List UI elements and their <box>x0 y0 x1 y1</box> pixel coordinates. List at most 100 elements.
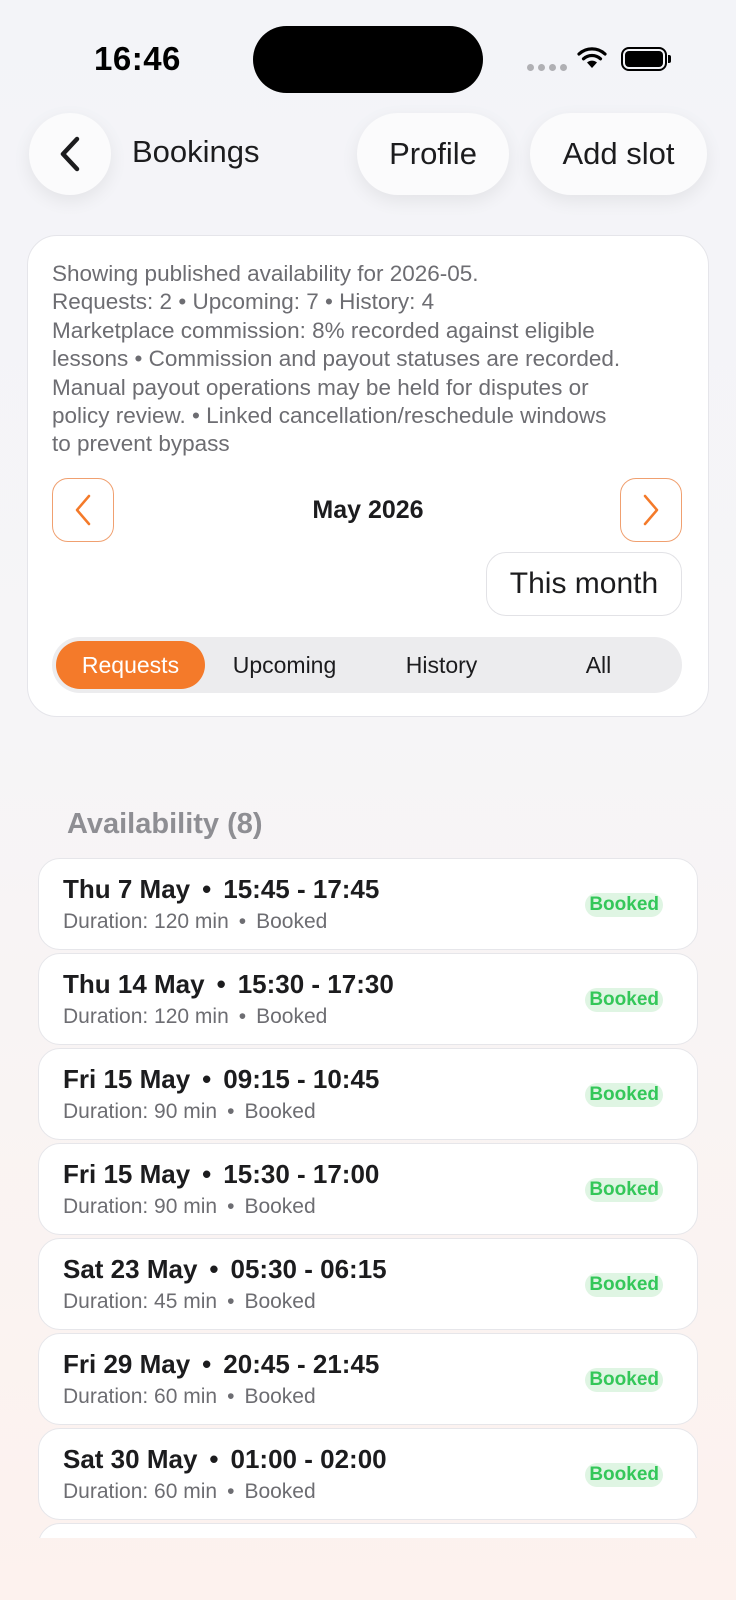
status-badge: Booked <box>585 1178 663 1202</box>
slot-card[interactable]: Fri 29 May • 20:45 - 21:45 Duration: 60 mi… <box>38 1333 698 1425</box>
availability-list: Thu 7 May • 15:45 - 17:45 Duration: 120 mi… <box>38 858 698 1538</box>
slot-duration: Duration: 120 min <box>63 1005 229 1028</box>
slot-card[interactable]: Thu 7 May • 15:45 - 17:45 Duration: 120 mi… <box>38 858 698 950</box>
slot-time: 15:30 - 17:30 <box>237 969 394 999</box>
slot-status: Booked <box>244 1290 316 1313</box>
slot-date: Sat 30 May <box>63 1444 198 1474</box>
add-slot-button[interactable]: Add slot <box>530 113 707 195</box>
slot-date: Thu 7 May <box>63 874 191 904</box>
slot-time: 15:30 - 17:00 <box>223 1159 380 1189</box>
separator-dot: • <box>227 1480 235 1503</box>
slot-card-partial[interactable] <box>38 1523 698 1538</box>
status-badge: Booked <box>585 988 663 1012</box>
slot-title: Fri 15 May • 15:30 - 17:00 <box>63 1159 379 1190</box>
info-card: Showing published availability for 2026-… <box>27 235 709 717</box>
slot-subtitle: Duration: 90 min • Booked <box>63 1195 316 1219</box>
booking-filter-tabs: Requests Upcoming History All <box>52 637 682 693</box>
slot-date: Sat 23 May <box>63 1254 198 1284</box>
tab-all[interactable]: All <box>521 641 676 689</box>
separator-dot: • <box>238 910 247 933</box>
separator-dot: • <box>202 874 212 904</box>
separator-dot: • <box>209 1444 219 1474</box>
summary-line: policy review. • Linked cancellation/res… <box>52 403 607 429</box>
separator-dot: • <box>227 1100 235 1123</box>
summary-line: Showing published availability for 2026-… <box>52 261 479 286</box>
slot-title: Fri 29 May • 20:45 - 21:45 <box>63 1349 379 1380</box>
back-button[interactable] <box>29 113 111 195</box>
slot-title: Thu 14 May • 15:30 - 17:30 <box>63 969 394 1000</box>
separator-dot: • <box>202 1064 212 1094</box>
separator-dot: • <box>202 1349 212 1379</box>
tab-history[interactable]: History <box>364 641 519 689</box>
slot-time: 15:45 - 17:45 <box>223 874 380 904</box>
slot-title: Sat 23 May • 05:30 - 06:15 <box>63 1254 387 1285</box>
separator-dot: • <box>238 1005 247 1028</box>
page-title: Bookings <box>132 134 260 169</box>
status-badge: Booked <box>585 1368 663 1392</box>
tab-requests[interactable]: Requests <box>56 641 205 689</box>
dynamic-island <box>253 26 483 93</box>
profile-button[interactable]: Profile <box>357 113 509 195</box>
slot-date: Fri 15 May <box>63 1064 191 1094</box>
separator-dot: • <box>227 1290 235 1313</box>
slot-time: 01:00 - 02:00 <box>230 1444 387 1474</box>
month-label: May 2026 <box>312 496 424 524</box>
availability-section-title: Availability (8) <box>67 808 263 840</box>
battery-icon <box>621 47 671 71</box>
slot-title: Fri 15 May • 09:15 - 10:45 <box>63 1064 379 1095</box>
separator-dot: • <box>216 969 226 999</box>
summary-line: Manual payout operations may be held for… <box>52 374 589 400</box>
chevron-right-icon <box>643 494 659 526</box>
slot-status: Booked <box>244 1100 316 1123</box>
slot-time: 09:15 - 10:45 <box>223 1064 380 1094</box>
next-month-button[interactable] <box>620 478 682 542</box>
summary-line: to prevent bypass <box>52 431 230 457</box>
tab-upcoming[interactable]: Upcoming <box>207 641 362 689</box>
slot-date: Thu 14 May <box>63 969 205 999</box>
slot-duration: Duration: 60 min <box>63 1480 218 1503</box>
wifi-icon <box>577 47 607 68</box>
slot-status: Booked <box>256 910 328 933</box>
summary-line: lessons • Commission and payout statuses… <box>52 346 621 372</box>
status-badge: Booked <box>585 893 663 917</box>
summary-line: Marketplace commission: 8% recorded agai… <box>52 317 595 343</box>
slot-card[interactable]: Fri 15 May • 09:15 - 10:45 Duration: 90 mi… <box>38 1048 698 1140</box>
slot-card[interactable]: Sat 30 May • 01:00 - 02:00 Duration: 60 mi… <box>38 1428 698 1520</box>
slot-date: Fri 15 May <box>63 1159 191 1189</box>
slot-status: Booked <box>244 1480 316 1503</box>
slot-status: Booked <box>256 1005 328 1028</box>
slot-subtitle: Duration: 45 min • Booked <box>63 1290 316 1314</box>
slot-card[interactable]: Thu 14 May • 15:30 - 17:30 Duration: 120 m… <box>38 953 698 1045</box>
slot-card[interactable]: Fri 15 May • 15:30 - 17:00 Duration: 90 mi… <box>38 1143 698 1235</box>
chevron-left-icon <box>60 136 80 172</box>
slot-subtitle: Duration: 120 min • Booked <box>63 1005 327 1029</box>
slot-title: Thu 7 May • 15:45 - 17:45 <box>63 874 379 905</box>
summary-line: Requests: 2 • Upcoming: 7 • History: 4 <box>52 289 435 315</box>
slot-subtitle: Duration: 60 min • Booked <box>63 1385 316 1409</box>
slot-time: 20:45 - 21:45 <box>223 1349 380 1379</box>
slot-title: Sat 30 May • 01:00 - 02:00 <box>63 1444 387 1475</box>
slot-duration: Duration: 45 min <box>63 1290 218 1313</box>
separator-dot: • <box>209 1254 219 1284</box>
previous-month-button[interactable] <box>52 478 114 542</box>
chevron-left-icon <box>75 494 91 526</box>
slot-card[interactable]: Sat 23 May • 05:30 - 06:15 Duration: 45 mi… <box>38 1238 698 1330</box>
slot-duration: Duration: 90 min <box>63 1195 218 1218</box>
slot-status: Booked <box>244 1385 316 1408</box>
separator-dot: • <box>202 1159 212 1189</box>
this-month-button[interactable]: This month <box>486 552 682 616</box>
status-time: 16:46 <box>94 40 181 77</box>
slot-status: Booked <box>244 1195 316 1218</box>
slot-subtitle: Duration: 90 min • Booked <box>63 1100 316 1124</box>
separator-dot: • <box>227 1195 235 1218</box>
slot-time: 05:30 - 06:15 <box>230 1254 387 1284</box>
separator-dot: • <box>227 1385 235 1408</box>
slot-subtitle: Duration: 120 min • Booked <box>63 910 327 934</box>
status-badge: Booked <box>585 1083 663 1107</box>
status-badge: Booked <box>585 1273 663 1297</box>
availability-summary: Showing published availability for 2026-… <box>52 260 682 459</box>
slot-duration: Duration: 120 min <box>63 910 229 933</box>
status-badge: Booked <box>585 1463 663 1487</box>
cellular-signal-icon <box>527 64 567 71</box>
slot-duration: Duration: 60 min <box>63 1385 218 1408</box>
